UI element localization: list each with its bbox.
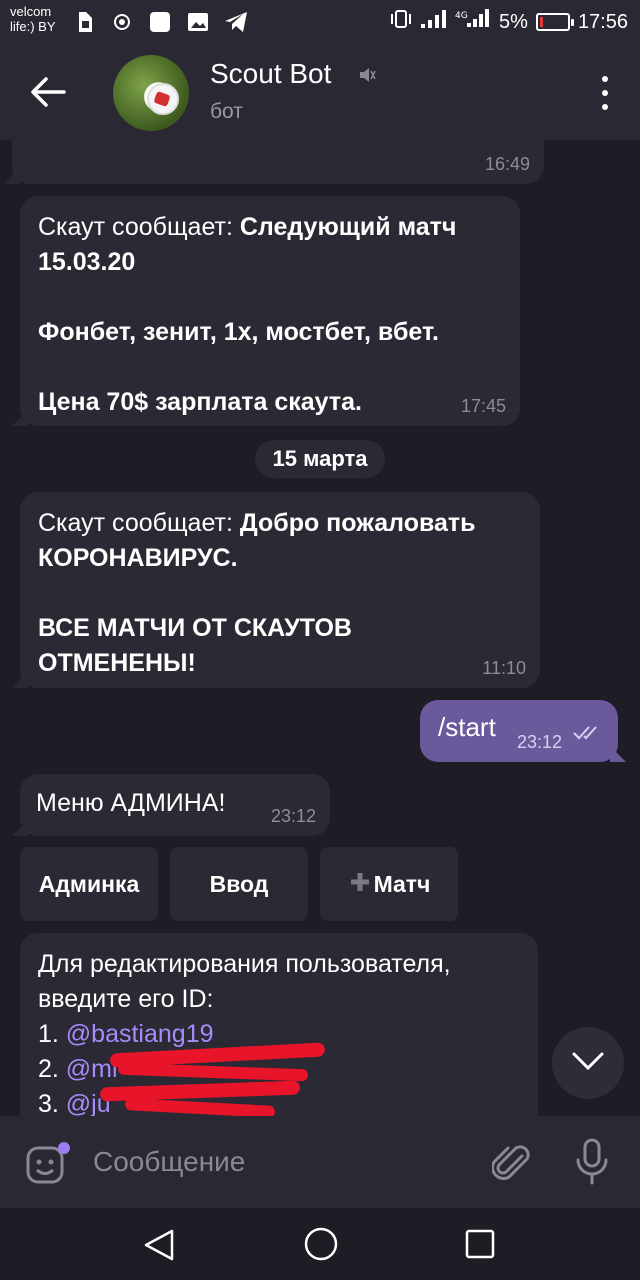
gallery-icon xyxy=(186,10,210,34)
message-time: 11:10 xyxy=(482,658,526,678)
list-number: 2. xyxy=(38,1055,66,1083)
add-match-button-label: Матч xyxy=(373,871,431,897)
message-bubble[interactable]: 16:49 xyxy=(12,140,544,184)
message-bubble[interactable]: Скаут сообщает: Добро пожаловать КОРОНАВ… xyxy=(20,492,540,688)
message-time: 17:45 xyxy=(460,396,506,416)
list-number: 3. xyxy=(38,1090,66,1116)
system-nav-bar xyxy=(0,1208,640,1280)
nav-home-icon[interactable] xyxy=(303,1226,339,1267)
vibrate-icon xyxy=(389,9,413,35)
chat-subtitle: бот xyxy=(210,100,243,123)
clock: 17:56 xyxy=(577,10,628,33)
chevron-down-icon xyxy=(571,1051,605,1076)
message-text: Для редактирования пользователя, xyxy=(38,950,451,978)
hotspot-icon xyxy=(110,10,134,34)
outgoing-message-bubble[interactable]: /start 23:12 xyxy=(420,700,618,762)
message-bubble[interactable]: Скаут сообщает: Следующий матч 15.03.20 … xyxy=(20,196,520,426)
message-input[interactable]: Сообщение xyxy=(93,1146,245,1178)
message-text: Меню АДМИНА! xyxy=(36,789,226,817)
message-bold-text: Фонбет, зенит, 1х, мостбет, вбет. xyxy=(38,318,439,346)
message-bold-text: КОРОНАВИРУС. xyxy=(38,544,238,572)
signal-icon xyxy=(421,10,447,34)
date-divider: 15 марта xyxy=(255,440,385,478)
svg-text:4G: 4G xyxy=(455,11,468,21)
muted-icon xyxy=(358,66,376,89)
scroll-down-button[interactable] xyxy=(552,1027,624,1099)
more-options-icon[interactable] xyxy=(600,76,610,110)
message-time: 23:12 xyxy=(270,806,316,826)
battery-percent: 5% xyxy=(499,10,528,33)
read-checks-icon xyxy=(572,715,602,750)
signal-4g-icon: 4G xyxy=(455,9,491,35)
message-bold-text: ОТМЕНЕНЫ! xyxy=(38,649,196,677)
sim-icon xyxy=(72,10,96,34)
add-match-button[interactable]: Матч xyxy=(320,847,458,921)
app-notification-icon xyxy=(148,10,172,34)
message-bubble[interactable]: Меню АДМИНА! 23:12 xyxy=(20,774,330,836)
battery-icon xyxy=(535,13,574,31)
back-arrow-icon[interactable] xyxy=(28,74,68,110)
carrier-line-1: velcom xyxy=(10,4,52,19)
sticker-emoji-icon[interactable] xyxy=(26,1142,72,1191)
message-text: /start xyxy=(438,712,496,742)
message-prefix: Скаут сообщает: xyxy=(38,213,240,241)
user-mention-link[interactable]: @bastiang19 xyxy=(66,1020,214,1048)
input-button[interactable]: Ввод xyxy=(170,847,308,921)
plus-icon xyxy=(348,849,372,923)
microphone-icon[interactable] xyxy=(574,1138,610,1191)
list-number: 1. xyxy=(38,1020,66,1048)
nav-recent-apps-icon[interactable] xyxy=(464,1228,496,1265)
input-button-label: Ввод xyxy=(209,871,269,897)
attach-icon[interactable] xyxy=(491,1142,532,1191)
bot-avatar[interactable] xyxy=(113,55,189,131)
admin-panel-button-label: Админка xyxy=(38,871,140,897)
chat-area[interactable]: 16:49 Скаут сообщает: Следующий матч 15.… xyxy=(0,140,640,1116)
message-text: введите его ID: xyxy=(38,985,214,1013)
message-input-bar: Сообщение xyxy=(0,1116,640,1208)
message-bold-text: Цена 70$ зарплата скаута. xyxy=(38,388,362,416)
admin-panel-button[interactable]: Админка xyxy=(20,847,158,921)
message-bold-text: Добро пожаловать xyxy=(239,509,476,537)
carrier-label: velcom life:) BY xyxy=(10,4,56,34)
carrier-line-2: life:) BY xyxy=(10,19,56,34)
status-bar: velcom life:) BY 4G 5% 17:56 xyxy=(0,0,640,46)
message-time: 16:49 xyxy=(484,154,530,174)
message-bold-text: 15.03.20 xyxy=(38,248,136,276)
message-prefix: Скаут сообщает: xyxy=(38,509,240,537)
nav-back-icon[interactable] xyxy=(142,1228,176,1267)
chat-title[interactable]: Scout Bot xyxy=(210,58,331,90)
telegram-icon xyxy=(224,10,248,34)
message-time: 23:12 xyxy=(516,732,562,752)
message-bold-text: Следующий матч xyxy=(239,213,457,241)
message-bold-text: ВСЕ МАТЧИ ОТ СКАУТОВ xyxy=(38,614,352,642)
chat-header: Scout Bot бот xyxy=(0,46,640,140)
